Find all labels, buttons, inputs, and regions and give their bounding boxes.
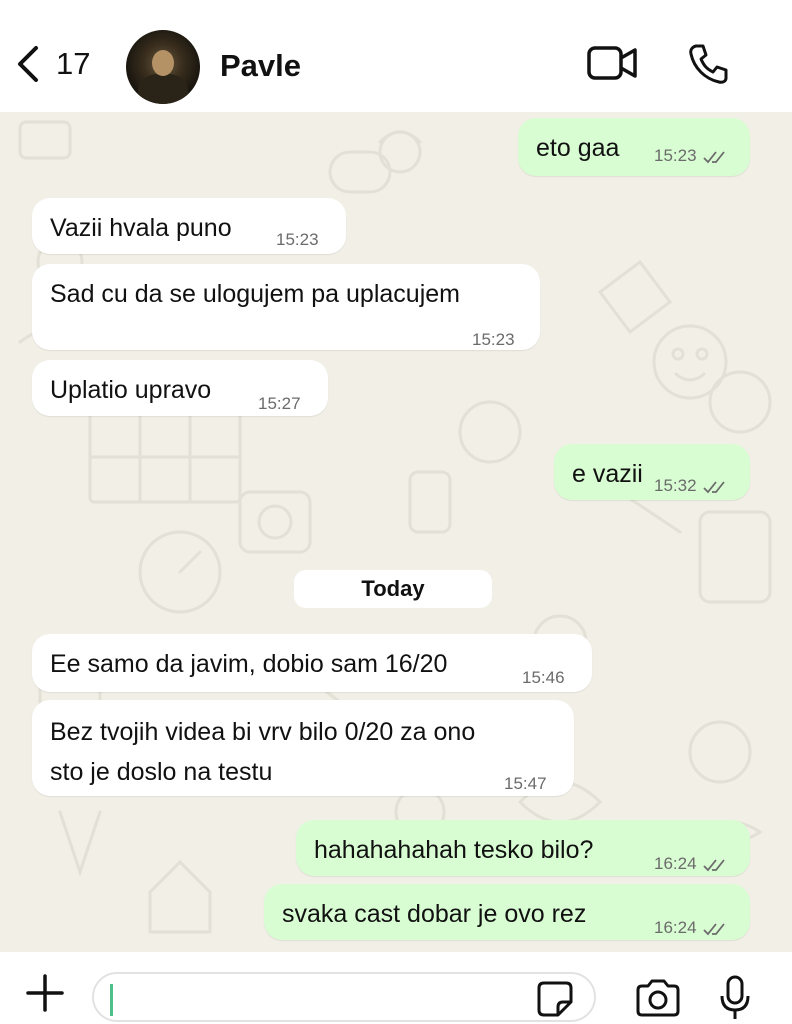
message-text: eto gaa xyxy=(536,134,620,162)
message-time: 16:24 xyxy=(654,846,729,882)
message-text-line: sto je doslo na testu xyxy=(50,758,273,786)
message-time: 15:23 xyxy=(654,138,729,174)
message-text: svaka cast dobar je ovo rez xyxy=(282,900,587,928)
camera-icon xyxy=(636,979,680,1017)
message-text: Uplatio upravo xyxy=(50,376,212,404)
sticker-button[interactable] xyxy=(536,980,574,1023)
message-time: 15:46 xyxy=(522,668,565,687)
chevron-left-icon xyxy=(18,46,38,82)
message-text: Vazii hvala puno xyxy=(50,214,232,242)
camera-button[interactable] xyxy=(634,978,682,1023)
voice-call-button[interactable] xyxy=(686,42,730,91)
composer-bar xyxy=(0,952,792,1024)
message-incoming[interactable]: Vazii hvala puno 15:23 xyxy=(32,198,346,254)
plus-icon xyxy=(26,974,64,1012)
message-text: hahahahahah tesko bilo? xyxy=(314,836,594,864)
contact-name[interactable]: Pavle xyxy=(220,48,301,84)
message-incoming[interactable]: Sad cu da se ulogujem pa uplacujem 15:23 xyxy=(32,264,540,350)
voice-message-button[interactable] xyxy=(718,974,752,1024)
sticker-icon xyxy=(537,981,573,1017)
date-separator: Today xyxy=(294,570,492,608)
message-input[interactable] xyxy=(92,972,596,1022)
message-incoming[interactable]: Uplatio upravo 15:27 xyxy=(32,360,328,416)
attach-button[interactable] xyxy=(24,972,66,1019)
phone-icon xyxy=(689,44,728,84)
microphone-icon xyxy=(720,975,750,1019)
unread-count: 17 xyxy=(56,46,91,81)
message-outgoing[interactable]: hahahahahah tesko bilo? 16:24 xyxy=(296,820,750,876)
message-list[interactable]: eto gaa 15:23 Vazii hvala puno 15:23 Sad… xyxy=(0,112,792,952)
double-check-icon xyxy=(703,480,725,493)
message-time: 15:27 xyxy=(258,394,301,413)
double-check-icon xyxy=(703,150,725,163)
message-incoming[interactable]: Ee samo da javim, dobio sam 16/20 15:46 xyxy=(32,634,592,692)
message-text-line: Bez tvojih videa bi vrv bilo 0/20 za ono xyxy=(50,718,476,746)
message-outgoing[interactable]: e vazii 15:32 xyxy=(554,444,750,500)
message-time: 15:47 xyxy=(504,774,547,793)
message-text: Sad cu da se ulogujem pa uplacujem xyxy=(50,280,460,308)
message-time: 15:23 xyxy=(276,230,319,249)
video-call-button[interactable] xyxy=(586,42,638,89)
text-caret xyxy=(110,984,113,1016)
message-outgoing[interactable]: eto gaa 15:23 xyxy=(518,118,750,176)
message-time: 15:32 xyxy=(654,468,729,504)
message-time: 15:23 xyxy=(472,330,515,349)
message-text: e vazii xyxy=(572,460,643,488)
avatar[interactable] xyxy=(126,30,200,104)
back-button[interactable]: 17 xyxy=(14,44,90,84)
double-check-icon xyxy=(703,858,725,871)
video-camera-icon xyxy=(587,46,637,80)
chat-header: 17 Pavle xyxy=(0,0,792,112)
message-outgoing[interactable]: svaka cast dobar je ovo rez 16:24 xyxy=(264,884,750,940)
message-time: 16:24 xyxy=(654,910,729,946)
double-check-icon xyxy=(703,922,725,935)
message-incoming[interactable]: Bez tvojih videa bi vrv bilo 0/20 za ono… xyxy=(32,700,574,796)
message-text: Ee samo da javim, dobio sam 16/20 xyxy=(50,650,448,678)
